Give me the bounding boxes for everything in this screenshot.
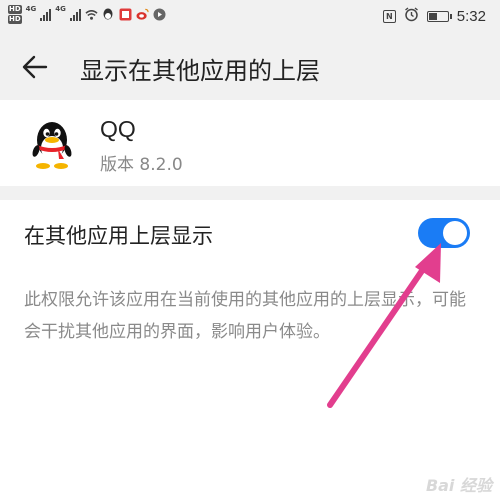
- overlay-setting-label: 在其他应用上层显示: [24, 224, 213, 248]
- nfc-icon: N: [382, 10, 396, 23]
- battery-icon: [426, 11, 452, 22]
- qq-notify-icon: [102, 8, 115, 21]
- hd-badge: HD: [8, 15, 22, 24]
- alarm-icon: [404, 7, 419, 26]
- top-app-bar: 显示在其他应用的上层: [0, 34, 500, 100]
- toggle-knob: [443, 221, 467, 245]
- status-bar-left: HD HD 4G 4G: [8, 5, 166, 24]
- page-title: 显示在其他应用的上层: [80, 57, 320, 85]
- permission-settings: 在其他应用上层显示 此权限允许该应用在当前使用的其他应用的上层显示，可能会干扰其…: [0, 200, 500, 500]
- battery-fill: [428, 13, 437, 20]
- app-info-card: QQ 版本 8.2.0: [0, 100, 500, 186]
- clock: 5:32: [456, 8, 486, 25]
- status-bar: HD HD 4G 4G N 5:32: [0, 0, 500, 34]
- weibo-icon: [136, 8, 149, 21]
- section-divider: [0, 186, 500, 200]
- network-type: 4G: [25, 5, 37, 13]
- network-type: 4G: [55, 5, 66, 13]
- back-arrow-icon: [22, 55, 48, 79]
- signal-icon: [69, 8, 81, 21]
- signal-icon: [40, 8, 52, 21]
- app-version: 版本 8.2.0: [100, 155, 183, 175]
- permission-description: 此权限允许该应用在当前使用的其他应用的上层显示，可能会干扰其他应用的界面，影响用…: [24, 290, 466, 342]
- app-name: QQ: [100, 116, 136, 142]
- back-button[interactable]: [20, 52, 50, 82]
- wifi-icon: [85, 8, 98, 21]
- overlay-toggle-switch[interactable]: [418, 218, 470, 248]
- qq-app-icon: [28, 118, 76, 170]
- hd-badge: HD: [8, 5, 22, 14]
- watermark: Bai 经验: [425, 476, 492, 495]
- media-icon: [153, 8, 166, 21]
- status-bar-right: N 5:32: [382, 7, 486, 26]
- app-notify-icon: [119, 8, 132, 21]
